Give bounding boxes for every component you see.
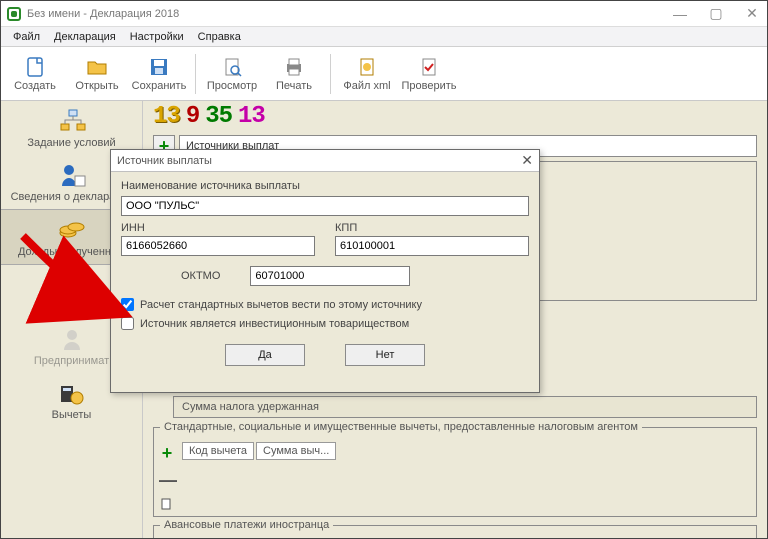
advance-groupbox: Авансовые платежи иностранца Сумма фикси… xyxy=(153,525,757,538)
menu-declaration[interactable]: Декларация xyxy=(48,29,122,45)
dialog-title: Источник выплаты xyxy=(117,155,212,167)
rate-35[interactable]: 35 xyxy=(205,103,232,130)
dialog-no-button[interactable]: Нет xyxy=(345,344,425,366)
advance-title: Авансовые платежи иностранца xyxy=(160,519,333,531)
save-icon xyxy=(148,56,170,78)
col-code[interactable]: Код вычета xyxy=(182,442,254,460)
preview-button[interactable]: Просмотр xyxy=(204,51,260,97)
folder-open-icon xyxy=(86,56,108,78)
std-checkbox[interactable] xyxy=(121,298,134,311)
rate-13-alt[interactable]: 13 xyxy=(238,103,265,130)
rate-9[interactable]: 9 xyxy=(186,103,199,130)
close-button[interactable]: ✕ xyxy=(743,5,761,23)
check-icon xyxy=(418,56,440,78)
app-window: Без имени - Декларация 2018 — ▢ ✕ Файл Д… xyxy=(0,0,768,539)
check-button[interactable]: Проверить xyxy=(401,51,457,97)
tax-withheld-row: Сумма налога удержанная xyxy=(173,396,757,418)
inv-checkbox-row[interactable]: Источник является инвестиционным товарищ… xyxy=(121,317,529,330)
kpp-label: КПП xyxy=(335,222,529,234)
save-button[interactable]: Сохранить xyxy=(131,51,187,97)
deductions-title: Стандартные, социальные и имущественные … xyxy=(160,421,642,433)
minimize-button[interactable]: — xyxy=(671,5,689,23)
list-side-buttons: + — xyxy=(159,443,175,511)
source-dialog: Источник выплаты ✕ Наименование источник… xyxy=(110,149,540,393)
xml-file-icon xyxy=(356,56,378,78)
conditions-icon xyxy=(57,107,87,135)
remove-row-button[interactable]: — xyxy=(159,470,175,491)
app-icon xyxy=(7,7,21,21)
sidebar-item-conditions[interactable]: Задание условий xyxy=(1,101,142,155)
toolbar: Создать Открыть Сохранить Просмотр Печат… xyxy=(1,47,767,101)
separator xyxy=(195,54,196,94)
inv-checkbox[interactable] xyxy=(121,317,134,330)
preview-icon xyxy=(221,56,243,78)
titlebar: Без имени - Декларация 2018 — ▢ ✕ xyxy=(1,1,767,27)
print-button[interactable]: Печать xyxy=(266,51,322,97)
dialog-titlebar: Источник выплаты ✕ xyxy=(111,150,539,172)
coins-icon xyxy=(57,216,87,244)
money-bag-icon xyxy=(57,271,87,299)
add-row-button[interactable]: + xyxy=(159,443,175,464)
source-name-input[interactable] xyxy=(121,196,529,216)
deductions-groupbox: Стандартные, социальные и имущественные … xyxy=(153,427,757,517)
source-name-label: Наименование источника выплаты xyxy=(121,180,529,192)
inn-label: ИНН xyxy=(121,222,315,234)
menubar: Файл Декларация Настройки Справка xyxy=(1,27,767,47)
deductions-icon xyxy=(57,379,87,407)
kpp-input[interactable] xyxy=(335,236,529,256)
std-checkbox-row[interactable]: Расчет стандартных вычетов вести по этом… xyxy=(121,298,529,311)
tax-rate-tabs: 13 9 35 13 xyxy=(153,103,265,130)
menu-settings[interactable]: Настройки xyxy=(124,29,190,45)
window-title: Без имени - Декларация 2018 xyxy=(27,8,179,20)
printer-icon xyxy=(283,56,305,78)
maximize-button[interactable]: ▢ xyxy=(707,5,725,23)
create-button[interactable]: Создать xyxy=(7,51,63,97)
file-new-icon xyxy=(24,56,46,78)
rate-13[interactable]: 13 xyxy=(153,103,180,130)
open-button[interactable]: Открыть xyxy=(69,51,125,97)
person-icon xyxy=(57,161,87,189)
edit-row-button[interactable] xyxy=(159,497,175,511)
col-sum[interactable]: Сумма выч... xyxy=(256,442,336,460)
menu-file[interactable]: Файл xyxy=(7,29,46,45)
inn-input[interactable] xyxy=(121,236,315,256)
menu-help[interactable]: Справка xyxy=(192,29,247,45)
dialog-yes-button[interactable]: Да xyxy=(225,344,305,366)
filexml-button[interactable]: Файл xml xyxy=(339,51,395,97)
entrepreneur-icon xyxy=(57,325,87,353)
oktmo-input[interactable] xyxy=(250,266,410,286)
separator xyxy=(330,54,331,94)
oktmo-label: ОКТМО xyxy=(181,270,220,282)
dialog-close-button[interactable]: ✕ xyxy=(521,152,533,169)
